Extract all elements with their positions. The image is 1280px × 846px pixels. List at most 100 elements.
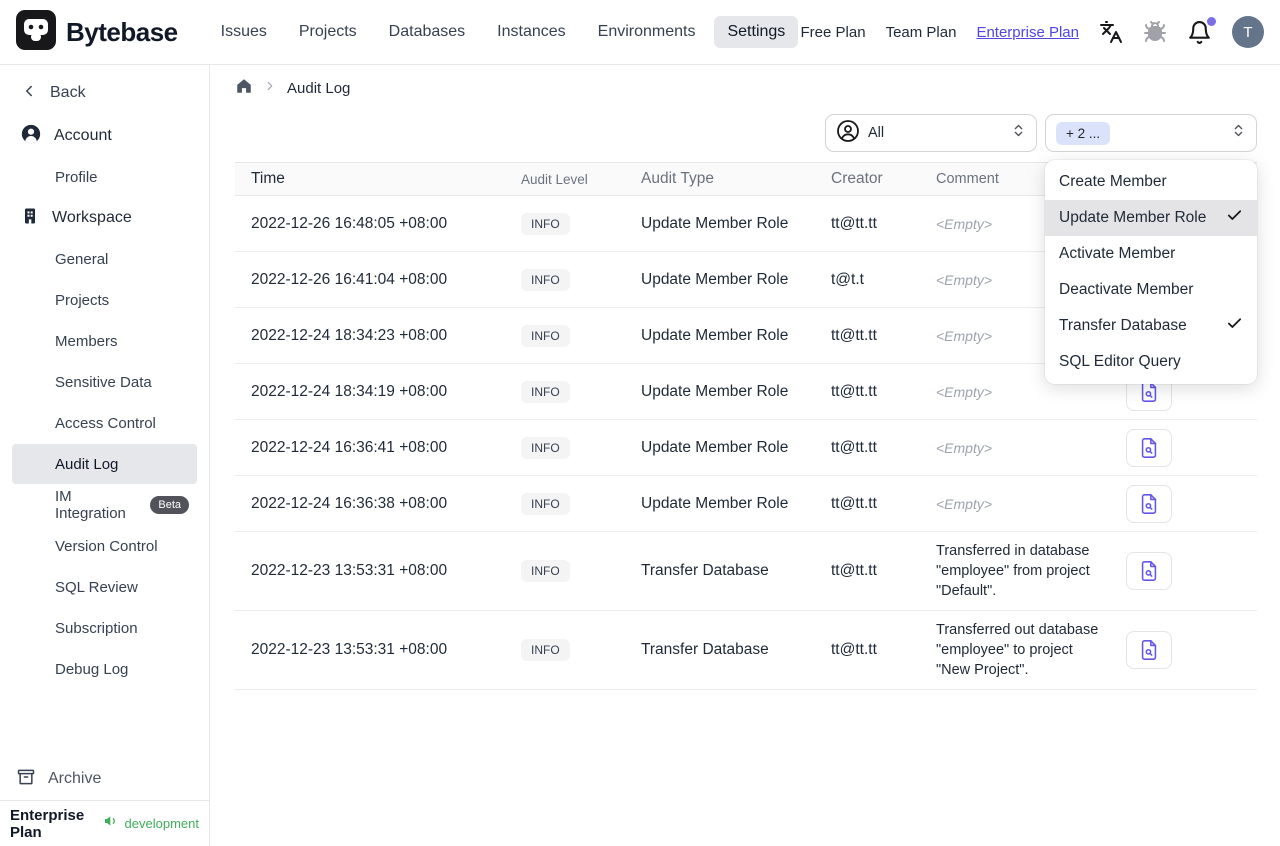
sidebar-item-general[interactable]: General bbox=[0, 239, 209, 279]
audit-type: Update Member Role bbox=[641, 270, 789, 288]
settings-sidebar: Back Account Profile Workspace General P… bbox=[0, 65, 210, 846]
audit-time: 2022-12-24 16:36:41 +08:00 bbox=[251, 438, 448, 456]
notification-dot bbox=[1207, 16, 1216, 26]
nav-environments[interactable]: Environments bbox=[585, 16, 709, 48]
audit-type: Update Member Role bbox=[641, 494, 789, 512]
sidebar-item-members[interactable]: Members bbox=[0, 321, 209, 361]
audit-time: 2022-12-26 16:41:04 +08:00 bbox=[251, 270, 448, 288]
bytebase-logo[interactable]: Bytebase bbox=[16, 9, 178, 55]
audit-time: 2022-12-23 13:53:31 +08:00 bbox=[251, 562, 448, 579]
nav-issues[interactable]: Issues bbox=[208, 16, 280, 48]
sidebar-item-sql-review[interactable]: SQL Review bbox=[0, 567, 209, 607]
plan-status-bar: Enterprise Plan development bbox=[0, 800, 209, 846]
user-circle-icon bbox=[20, 123, 42, 150]
view-detail-button[interactable] bbox=[1126, 552, 1172, 590]
sidebar-section-account: Account bbox=[0, 116, 209, 156]
audit-creator: tt@tt.tt bbox=[831, 641, 877, 658]
menu-item-deactivate-member[interactable]: Deactivate Member bbox=[1045, 272, 1257, 308]
home-icon[interactable] bbox=[235, 77, 253, 100]
sidebar-item-profile[interactable]: Profile bbox=[0, 157, 209, 197]
menu-item-activate-member[interactable]: Activate Member bbox=[1045, 236, 1257, 272]
current-plan-label: Enterprise Plan bbox=[10, 806, 85, 841]
audit-comment: Transferred in database "employee" from … bbox=[936, 543, 1090, 599]
building-icon bbox=[20, 206, 40, 231]
avatar[interactable]: T bbox=[1232, 16, 1264, 48]
nav-projects[interactable]: Projects bbox=[286, 16, 370, 48]
main-nav-links: Issues Projects Databases Instances Envi… bbox=[208, 16, 799, 48]
audit-type: Transfer Database bbox=[641, 562, 769, 579]
chevron-left-icon bbox=[20, 82, 38, 104]
beta-badge: Beta bbox=[150, 496, 189, 514]
team-plan-label: Team Plan bbox=[885, 23, 957, 41]
translate-icon[interactable] bbox=[1099, 20, 1123, 44]
user-circle-icon bbox=[836, 119, 860, 148]
chevron-up-down-icon bbox=[1231, 123, 1246, 143]
audit-time: 2022-12-24 18:34:23 +08:00 bbox=[251, 326, 448, 344]
col-time: Time bbox=[251, 170, 285, 187]
bytebase-logo-icon bbox=[16, 9, 56, 55]
creator-filter-value: All bbox=[868, 125, 885, 141]
audit-type-filter-select[interactable]: + 2 ... bbox=[1045, 114, 1257, 152]
sidebar-item-debug-log[interactable]: Debug Log bbox=[0, 649, 209, 689]
audit-type: Update Member Role bbox=[641, 326, 789, 344]
audit-type: Update Member Role bbox=[641, 214, 789, 232]
archive-icon bbox=[16, 767, 36, 791]
audit-time: 2022-12-24 16:36:38 +08:00 bbox=[251, 494, 448, 512]
filter-bar: All + 2 ... bbox=[235, 114, 1257, 152]
menu-item-update-member-role[interactable]: Update Member Role bbox=[1045, 200, 1257, 236]
audit-level-badge: INFO bbox=[521, 492, 570, 515]
volume-icon bbox=[103, 813, 119, 834]
view-detail-button[interactable] bbox=[1126, 484, 1172, 523]
sidebar-item-access-control[interactable]: Access Control bbox=[0, 403, 209, 443]
environment-label: development bbox=[124, 816, 199, 831]
sidebar-item-subscription[interactable]: Subscription bbox=[0, 608, 209, 648]
audit-type: Transfer Database bbox=[641, 641, 769, 658]
menu-item-transfer-database[interactable]: Transfer Database bbox=[1045, 308, 1257, 344]
nav-instances[interactable]: Instances bbox=[484, 16, 578, 48]
audit-creator: tt@tt.tt bbox=[831, 214, 877, 232]
enterprise-plan-link[interactable]: Enterprise Plan bbox=[976, 24, 1079, 41]
audit-creator: tt@tt.tt bbox=[831, 494, 877, 512]
audit-comment: Transferred out database "employee" to p… bbox=[936, 622, 1099, 678]
table-row: 2022-12-24 16:36:41 +08:00 INFO Update M… bbox=[235, 420, 1257, 476]
sidebar-item-audit-log[interactable]: Audit Log bbox=[12, 444, 197, 484]
table-row: 2022-12-24 16:36:38 +08:00 INFO Update M… bbox=[235, 476, 1257, 532]
sidebar-item-version-control[interactable]: Version Control bbox=[0, 526, 209, 566]
archive-button[interactable]: Archive bbox=[0, 759, 209, 799]
audit-time: 2022-12-26 16:48:05 +08:00 bbox=[251, 214, 448, 232]
audit-level-badge: INFO bbox=[521, 639, 570, 661]
audit-creator: tt@tt.tt bbox=[831, 326, 877, 344]
nav-settings[interactable]: Settings bbox=[714, 16, 799, 48]
breadcrumb: Audit Log bbox=[235, 70, 1257, 106]
sidebar-item-im-integration[interactable]: IM Integration Beta bbox=[0, 485, 209, 525]
view-detail-button[interactable] bbox=[1126, 428, 1172, 467]
view-detail-button[interactable] bbox=[1126, 631, 1172, 669]
audit-comment: <Empty> bbox=[936, 383, 993, 400]
audit-time: 2022-12-23 13:53:31 +08:00 bbox=[251, 641, 448, 658]
free-plan-label: Free Plan bbox=[800, 23, 866, 41]
audit-comment: <Empty> bbox=[936, 439, 993, 456]
notifications-bell-icon[interactable] bbox=[1187, 16, 1216, 45]
menu-item-create-member[interactable]: Create Member bbox=[1045, 164, 1257, 200]
nav-databases[interactable]: Databases bbox=[376, 16, 479, 48]
table-row: 2022-12-23 13:53:31 +08:00 INFO Transfer… bbox=[235, 611, 1257, 690]
brand-name: Bytebase bbox=[66, 16, 178, 47]
audit-comment: <Empty> bbox=[936, 495, 993, 512]
table-row: 2022-12-23 13:53:31 +08:00 INFO Transfer… bbox=[235, 532, 1257, 611]
audit-level-badge: INFO bbox=[521, 212, 570, 235]
bug-icon[interactable] bbox=[1143, 20, 1167, 44]
main-content: Audit Log All + 2 ... Time Audit Level A… bbox=[210, 65, 1280, 846]
sidebar-item-projects[interactable]: Projects bbox=[0, 280, 209, 320]
sidebar-section-workspace: Workspace bbox=[0, 198, 209, 238]
sidebar-item-sensitive-data[interactable]: Sensitive Data bbox=[0, 362, 209, 402]
back-button[interactable]: Back bbox=[0, 73, 209, 113]
creator-filter-select[interactable]: All bbox=[825, 114, 1037, 152]
chevron-right-icon bbox=[263, 79, 277, 98]
chevron-up-down-icon bbox=[1011, 123, 1026, 143]
check-icon bbox=[1226, 207, 1243, 229]
top-nav: Bytebase Issues Projects Databases Insta… bbox=[0, 0, 1280, 65]
menu-item-sql-editor-query[interactable]: SQL Editor Query bbox=[1045, 344, 1257, 380]
col-audit-level: Audit Level bbox=[521, 171, 588, 187]
top-nav-right: Free Plan Team Plan Enterprise Plan T bbox=[801, 16, 1264, 48]
audit-level-badge: INFO bbox=[521, 560, 570, 582]
